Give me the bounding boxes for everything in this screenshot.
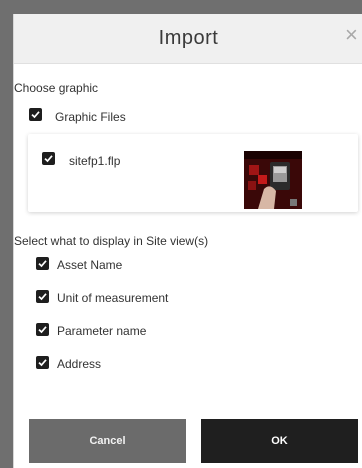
- parameter-name-checkbox[interactable]: [36, 323, 49, 336]
- choose-graphic-label: Choose graphic: [14, 81, 99, 95]
- file-thumbnail[interactable]: [244, 151, 302, 209]
- address-checkbox[interactable]: [36, 356, 49, 369]
- checkmark-icon: [38, 260, 47, 268]
- checkmark-icon: [31, 111, 40, 119]
- unit-of-measurement-checkbox[interactable]: [36, 290, 49, 303]
- import-dialog: Import × Choose graphic Graphic Files si…: [13, 14, 362, 468]
- file-card: sitefp1.flp: [28, 134, 358, 212]
- display-options-label: Select what to display in Site view(s): [14, 234, 209, 248]
- file-checkbox[interactable]: [42, 152, 55, 165]
- checkmark-icon: [38, 326, 47, 334]
- address-label: Address: [57, 357, 102, 371]
- dialog-title: Import: [158, 27, 219, 49]
- cancel-button[interactable]: Cancel: [29, 419, 186, 463]
- file-name: sitefp1.flp: [69, 154, 121, 168]
- graphic-files-label: Graphic Files: [55, 110, 126, 124]
- checkmark-icon: [38, 293, 47, 301]
- asset-name-checkbox[interactable]: [36, 257, 49, 270]
- checkmark-icon: [44, 155, 53, 163]
- dialog-header: Import ×: [14, 14, 362, 64]
- thumbnail-image: [244, 151, 302, 209]
- close-icon[interactable]: ×: [345, 24, 358, 46]
- ok-button[interactable]: OK: [201, 419, 358, 463]
- asset-name-label: Asset Name: [57, 258, 123, 272]
- checkmark-icon: [38, 359, 47, 367]
- unit-of-measurement-label: Unit of measurement: [57, 291, 169, 305]
- graphic-files-checkbox[interactable]: [29, 108, 42, 121]
- parameter-name-label: Parameter name: [57, 324, 147, 338]
